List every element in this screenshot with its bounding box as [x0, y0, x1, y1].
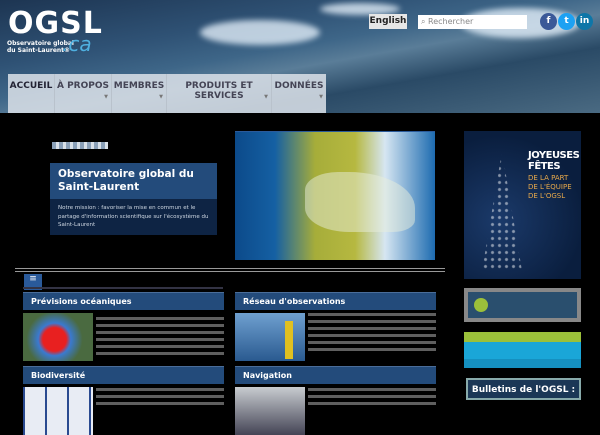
- biodiversity-image[interactable]: [23, 387, 93, 435]
- nav-a-propos[interactable]: À PROPOS ▼: [55, 74, 112, 113]
- promo-banner[interactable]: [464, 332, 581, 368]
- slider-title: Observatoire global du Saint-Laurent: [50, 163, 217, 199]
- search-input[interactable]: ⌕ Rechercher: [418, 15, 527, 29]
- logo-ca: .ca: [62, 32, 92, 56]
- bulletins-banner[interactable]: Bulletins de l'OGSL :: [466, 378, 581, 400]
- section-reseau: Réseau d'observations: [235, 292, 436, 361]
- navigation-image[interactable]: [235, 387, 305, 435]
- section-title[interactable]: Réseau d'observations: [235, 292, 436, 310]
- section-title[interactable]: Navigation: [235, 366, 436, 384]
- info-banner[interactable]: [464, 288, 581, 322]
- slider-text: Notre mission : favoriser la mise en com…: [58, 205, 209, 228]
- facebook-icon[interactable]: f: [540, 13, 557, 30]
- nav-membres[interactable]: MEMBRES ▼: [112, 74, 167, 113]
- forecast-map-image[interactable]: [23, 313, 93, 361]
- slider-pager[interactable]: [52, 142, 108, 149]
- banner-title: JOYEUSES FÊTES: [528, 150, 580, 172]
- search-icon: ⌕: [421, 17, 429, 26]
- section-biodiversite: Biodiversité: [23, 366, 224, 435]
- nav-donnees[interactable]: DONNÉES ▼: [272, 74, 326, 113]
- section-text: [96, 387, 224, 407]
- map-shape: [305, 172, 415, 232]
- header: OGSL Observatoire global du Saint-Laurent…: [0, 0, 600, 113]
- linkedin-icon[interactable]: in: [576, 13, 593, 30]
- main-nav: ACCUEIL À PROPOS ▼ MEMBRES ▼ PRODUITS ET S…: [8, 74, 326, 113]
- section-title[interactable]: Prévisions océaniques: [23, 292, 224, 310]
- twitter-icon[interactable]: t: [558, 13, 575, 30]
- nav-accueil[interactable]: ACCUEIL: [8, 74, 55, 113]
- section-text: [308, 387, 436, 407]
- section-navigation: Navigation: [235, 366, 436, 435]
- divider: [15, 268, 445, 269]
- buoy-image[interactable]: [235, 313, 305, 361]
- info-icon: [474, 298, 488, 312]
- banner-subtitle: DE LA PART DE L'ÉQUIPE DE L'OGSL: [528, 174, 572, 200]
- divider: [23, 287, 223, 289]
- section-text: [96, 313, 224, 357]
- divider: [15, 271, 445, 272]
- wave-foam: [200, 20, 320, 45]
- nav-produits-services[interactable]: PRODUITS ET SERVICES ▼: [167, 74, 272, 113]
- section-previsions: Prévisions océaniques: [23, 292, 224, 361]
- section-text: [308, 313, 436, 353]
- section-title[interactable]: Biodiversité: [23, 366, 224, 384]
- slider-image-quebec-map[interactable]: [235, 131, 435, 260]
- slider-caption: Observatoire global du Saint-Laurent Not…: [50, 163, 217, 235]
- christmas-tree-icon: [482, 151, 522, 271]
- english-button[interactable]: English: [369, 14, 407, 29]
- search-placeholder: Rechercher: [428, 17, 474, 26]
